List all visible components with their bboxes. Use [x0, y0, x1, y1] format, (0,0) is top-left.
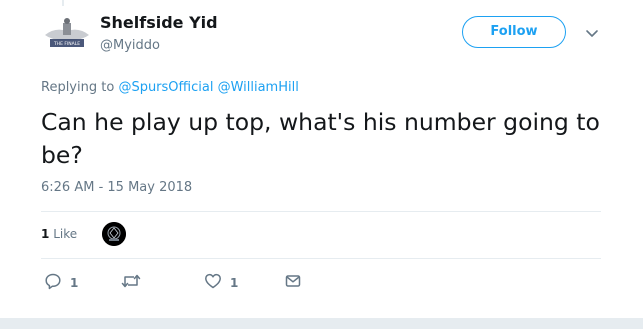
reply-icon	[44, 272, 62, 294]
author-avatar-image: THE FINALE	[41, 11, 93, 63]
like-action[interactable]: 1	[204, 272, 239, 294]
stats-divider-top	[41, 211, 601, 212]
author-avatar[interactable]: THE FINALE	[41, 11, 93, 63]
heart-icon	[204, 272, 222, 294]
likes-stat[interactable]: 1 Like	[41, 227, 77, 241]
retweet-action[interactable]	[121, 274, 149, 292]
tweet-text: Can he play up top, what's his number go…	[41, 108, 600, 169]
mention-link-spursofficial[interactable]: @SpursOfficial	[118, 80, 213, 95]
reply-action[interactable]: 1	[44, 272, 79, 294]
avatar-logo-text: THE FINALE	[53, 41, 80, 47]
tweet-timestamp[interactable]: 6:26 AM - 15 May 2018	[41, 180, 192, 195]
likes-stat-count: 1	[41, 227, 50, 241]
direct-message-action[interactable]	[284, 274, 302, 292]
envelope-icon	[284, 272, 302, 294]
stats-divider-bottom	[41, 258, 601, 259]
chevron-down-icon[interactable]	[585, 25, 599, 39]
author-handle[interactable]: @Myiddo	[100, 38, 160, 53]
follow-button[interactable]: Follow	[462, 16, 566, 48]
timeline-background-strip	[0, 318, 643, 329]
likes-stat-label: Like	[53, 227, 78, 241]
author-name[interactable]: Shelfside Yid	[100, 13, 218, 32]
reply-context-prefix: Replying to	[41, 80, 115, 95]
reply-count: 1	[70, 276, 79, 290]
retweet-icon	[121, 272, 141, 294]
liker-avatar-image	[102, 222, 126, 246]
mention-link-williamhill[interactable]: @WilliamHill	[218, 80, 299, 95]
thread-connector	[62, 0, 64, 6]
like-count: 1	[230, 276, 239, 290]
liker-avatar[interactable]	[102, 222, 126, 246]
reply-context: Replying to @SpursOfficial @WilliamHill	[41, 80, 299, 95]
